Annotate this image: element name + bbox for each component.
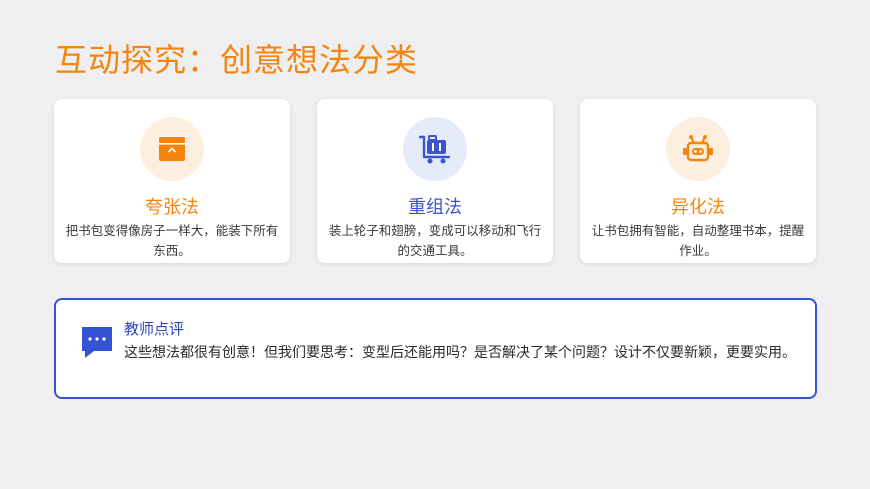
card-title: 重组法: [408, 197, 462, 218]
icon-badge: [403, 117, 467, 181]
card-title: 异化法: [671, 197, 725, 218]
comment-dots-icon: [82, 327, 112, 358]
card-description: 装上轮子和翅膀，变成可以移动和飞行的交通工具。: [328, 223, 542, 258]
card-title: 夸张法: [145, 197, 199, 218]
review-title: 教师点评: [124, 320, 185, 338]
icon-badge: [140, 117, 204, 181]
card-alienation: 异化法 让书包拥有智能，自动整理书本，提醒作业。: [580, 99, 816, 263]
luggage-cart-icon: [419, 135, 451, 164]
card-description: 把书包变得像房子一样大，能装下所有东西。: [65, 223, 279, 258]
card-description: 让书包拥有智能，自动整理书本，提醒作业。: [591, 223, 805, 258]
card-exaggeration: 夸张法 把书包变得像房子一样大，能装下所有东西。: [54, 99, 290, 263]
robot-icon: [683, 135, 713, 162]
box-icon: [159, 137, 185, 161]
review-text: 这些想法都很有创意！但我们要思考：变型后还能用吗？是否解决了某个问题？设计不仅要…: [124, 345, 796, 361]
page-title: 互动探究：创意想法分类: [55, 41, 419, 79]
card-recombination: 重组法 装上轮子和翅膀，变成可以移动和飞行的交通工具。: [317, 99, 553, 263]
teacher-review-box: 教师点评 这些想法都很有创意！但我们要思考：变型后还能用吗？是否解决了某个问题？…: [54, 298, 817, 399]
icon-badge: [666, 117, 730, 181]
idea-cards: 夸张法 把书包变得像房子一样大，能装下所有东西。 重组法 装上轮子和翅膀，变成可…: [54, 99, 816, 263]
